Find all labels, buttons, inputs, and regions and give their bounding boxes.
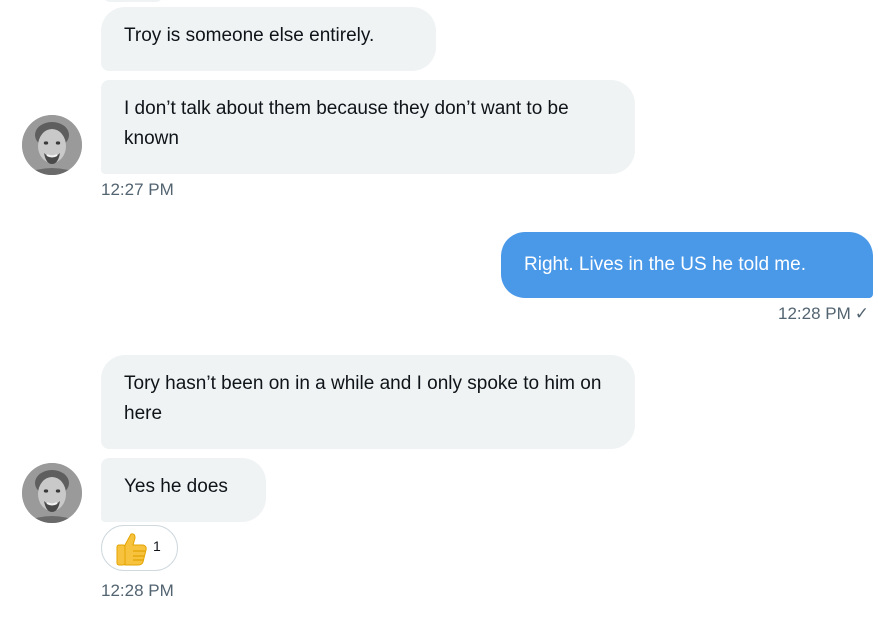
avatar[interactable] <box>22 463 82 523</box>
reaction-count: 1 <box>153 538 161 554</box>
previous-message-bubble[interactable] <box>101 0 165 2</box>
message-text: Troy is someone else entirely. <box>124 25 375 46</box>
sent-timestamp: 12:28 PM ✓ <box>778 304 869 324</box>
message-timestamp: 12:27 PM <box>101 180 174 199</box>
reaction-badge[interactable]: 1 <box>101 525 178 571</box>
sent-check-icon: ✓ <box>854 304 869 323</box>
avatar[interactable] <box>22 115 82 175</box>
message-bubble-incoming[interactable]: Yes he does <box>101 458 266 522</box>
thumbs-up-icon <box>116 533 147 566</box>
dm-conversation: Troy is someone else entirely. I don’t t… <box>0 0 878 621</box>
message-text: I don’t talk about them because they don… <box>124 98 569 149</box>
message-text: Tory hasn’t been on in a while and I onl… <box>124 373 602 424</box>
message-bubble-incoming[interactable]: Troy is someone else entirely. <box>101 7 436 71</box>
message-text: Yes he does <box>124 476 228 497</box>
message-text: Right. Lives in the US he told me. <box>524 254 806 275</box>
message-bubble-incoming[interactable]: I don’t talk about them because they don… <box>101 80 635 174</box>
user-avatar-icon <box>22 115 82 175</box>
message-bubble-outgoing[interactable]: Right. Lives in the US he told me. <box>501 232 873 298</box>
message-bubble-incoming[interactable]: Tory hasn’t been on in a while and I onl… <box>101 355 635 449</box>
user-avatar-icon <box>22 463 82 523</box>
timestamp-text: 12:28 PM <box>777 304 851 323</box>
message-timestamp: 12:28 PM <box>101 581 174 600</box>
